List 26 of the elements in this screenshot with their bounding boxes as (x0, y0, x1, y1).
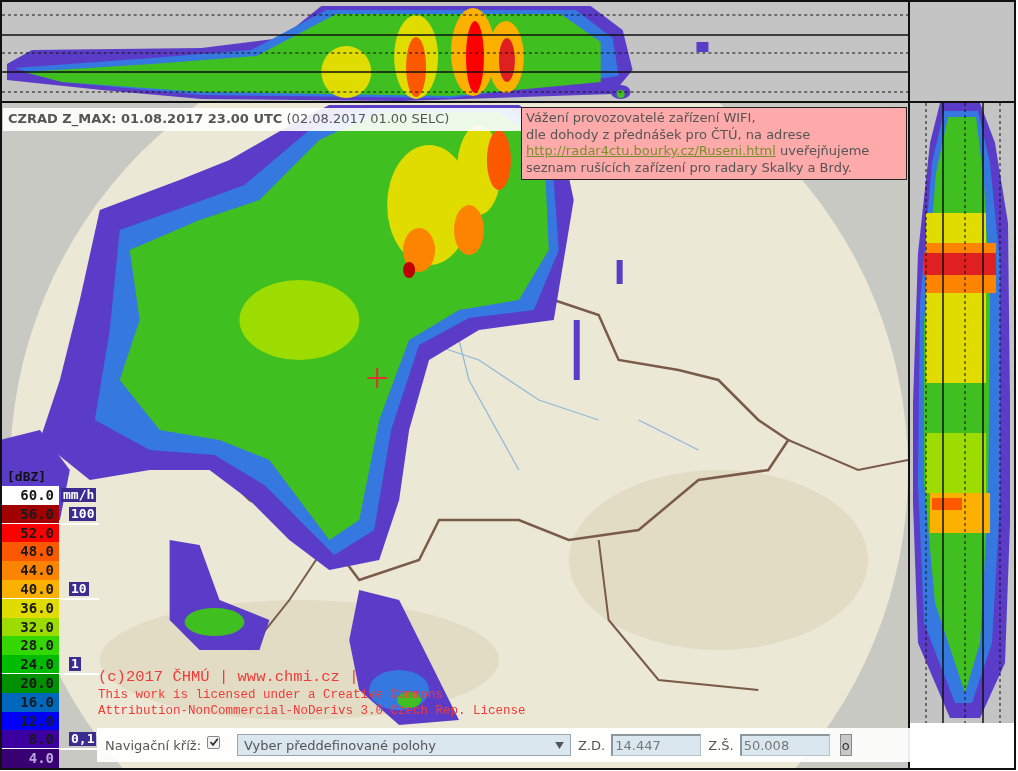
crosshair-icon (366, 367, 389, 389)
notice-link[interactable]: http://radar4ctu.bourky.cz/Ruseni.html (526, 143, 776, 158)
legend-step: 40.0 (2, 580, 59, 599)
rate-label: 1 (69, 657, 81, 671)
check-icon (208, 737, 219, 747)
notice-text: Vážení provozovatelé zařízení WIFI, dle dohody z přednášek pro ČTÚ, na adrese http://radar4ctu.bourky.cz/Ruseni.html uveřejňujeme seznam rušících zařízení pro radary Skalky a Brdy. (521, 107, 907, 180)
legend-step: 4.0 (2, 749, 59, 768)
latitude-label: Z.Š. (708, 737, 734, 753)
legend-step: 60.0 (2, 486, 59, 505)
rate-unit-label: mm/h (61, 488, 97, 503)
preset-position-select[interactable]: Vyber předdefinované polohy (237, 734, 572, 756)
copyright-text: (c)2017 ČHMÚ | www.chmi.cz | (98, 668, 359, 687)
radar-echo (616, 260, 623, 284)
legend-step: 20.0 (2, 674, 59, 693)
legend-unit: [dBZ] (6, 468, 47, 487)
go-button[interactable]: o (839, 734, 852, 756)
latitude-input[interactable]: 50.008 (739, 734, 830, 756)
rate-label: 0,1 (69, 732, 97, 747)
legend-step: 44.0 (2, 561, 59, 581)
legend-step: 28.0 (2, 636, 59, 656)
longitude-input[interactable]: 14.447 (611, 734, 702, 756)
caret-icon (555, 741, 565, 749)
legend-step: 48.0 (2, 542, 59, 562)
longitude-label: Z.D. (578, 737, 606, 753)
navigation-cross-label: Navigační kříž: (105, 737, 202, 753)
navigation-cross-checkbox[interactable] (207, 735, 221, 749)
